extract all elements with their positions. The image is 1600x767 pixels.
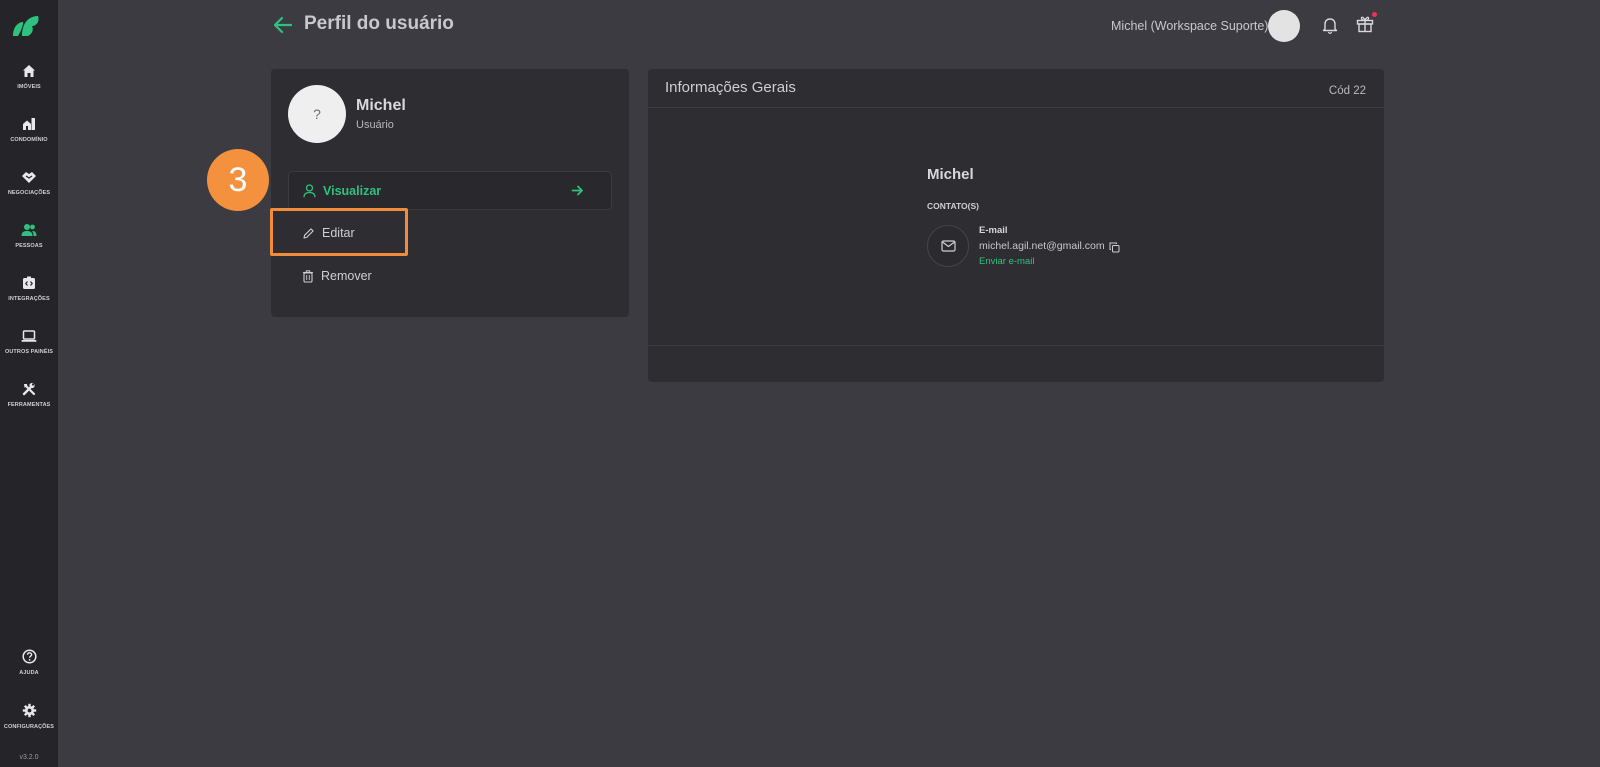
sidebar-item-label: FERRAMENTAS [7,402,51,408]
view-button[interactable]: Visualizar [288,171,612,210]
sidebar-item-outros-paineis[interactable]: OUTROS PAINÉIS [0,329,58,355]
contact-name: Michel [927,166,974,183]
mail-icon-circle [927,225,969,267]
sidebar-item-configuracoes[interactable]: CONFIGURAÇÕES [0,703,58,730]
send-email-link[interactable]: Enviar e-mail [979,256,1034,267]
page-title: Perfil do usuário [304,13,454,34]
sidebar-item-imoveis[interactable]: IMÓVEIS [0,64,58,90]
back-arrow-icon[interactable] [272,14,294,36]
info-card-title: Informações Gerais [665,79,796,96]
sidebar-item-negociacoes[interactable]: NEGOCIAÇÕES [0,170,58,196]
highlight-box [270,208,408,256]
email-type-label: E-mail [979,225,1008,236]
sidebar-item-ajuda[interactable]: AJUDA [0,649,58,676]
sidebar: IMÓVEIS CONDOMÍNIO NEGOCIAÇÕES PESSOAS I… [0,0,58,767]
building-icon [23,118,35,130]
copy-icon[interactable] [1109,242,1120,253]
notification-dot [1372,12,1377,17]
trash-icon [303,269,313,283]
record-code: Cód 22 [1328,85,1366,97]
gear-icon [22,703,36,718]
sidebar-item-label: PESSOAS [15,243,43,249]
info-card-divider [648,345,1384,346]
sidebar-item-label: AJUDA [19,670,39,676]
sidebar-item-label: INTEGRAÇÕES [8,296,50,302]
mail-icon [940,240,956,252]
bell-icon[interactable] [1322,16,1338,34]
gift-icon[interactable] [1356,15,1374,33]
help-icon [21,649,37,664]
view-button-label: Visualizar [323,183,382,198]
general-info-card: Informações Gerais Cód 22 Michel CONTATO… [648,69,1384,382]
integration-icon [23,276,35,289]
app-version: v3.2.0 [19,754,39,761]
profile-avatar: ? [288,85,346,143]
user-icon [303,183,316,197]
arrow-right-icon [571,185,583,196]
remove-button[interactable]: Remover [302,269,372,283]
tools-icon [22,382,36,396]
sidebar-item-integracoes[interactable]: INTEGRAÇÕES [0,276,58,302]
contacts-heading: CONTATO(S) [927,201,979,211]
sidebar-item-label: CONFIGURAÇÕES [3,724,55,730]
sidebar-item-label: OUTROS PAINÉIS [4,349,54,355]
workspace-user-label[interactable]: Michel (Workspace Suporte) [1111,19,1268,33]
handshake-icon [22,172,36,183]
email-address: michel.agil.net@gmail.com [979,240,1105,252]
sidebar-item-label: IMÓVEIS [17,84,41,90]
laptop-icon [21,330,37,342]
sidebar-item-label: CONDOMÍNIO [10,137,48,143]
profile-role: Usuário [356,119,394,131]
avatar[interactable] [1268,10,1300,42]
people-icon [21,224,37,236]
sidebar-item-pessoas[interactable]: PESSOAS [0,223,58,249]
sidebar-item-ferramentas[interactable]: FERRAMENTAS [0,382,58,408]
profile-card: ? Michel Usuário Visualizar Editar Remov… [271,69,629,317]
sidebar-item-label: NEGOCIAÇÕES [7,190,51,196]
step-badge: 3 [207,149,269,211]
home-icon [23,65,35,77]
sidebar-item-condominio[interactable]: CONDOMÍNIO [0,117,58,143]
info-card-header: Informações Gerais Cód 22 [648,69,1384,108]
remove-button-label: Remover [321,269,372,283]
profile-name: Michel [356,97,406,114]
app-logo-icon[interactable] [10,12,42,40]
